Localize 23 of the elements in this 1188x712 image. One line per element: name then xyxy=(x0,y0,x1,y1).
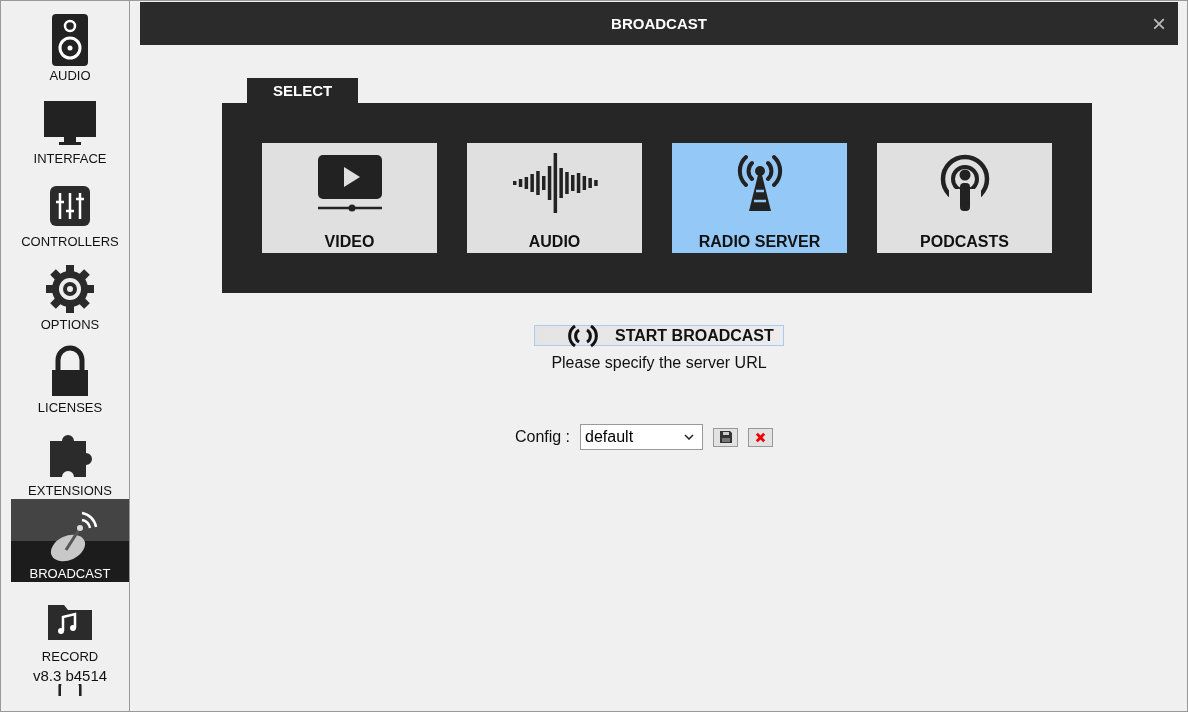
sidebar-item[interactable]: RECORD xyxy=(11,582,129,665)
config-dropdown[interactable]: default xyxy=(580,424,704,450)
window-title: BROADCAST xyxy=(611,15,707,32)
sidebar-item[interactable]: BROADCAST xyxy=(11,499,129,582)
sidebar-item[interactable]: INTERFACE xyxy=(11,84,129,167)
chevron-down-icon xyxy=(684,434,695,440)
sidebar-item[interactable]: AUDIO xyxy=(11,1,129,84)
save-button[interactable] xyxy=(713,427,739,447)
delete-button[interactable] xyxy=(748,427,774,447)
status-message: Please specify the server URL xyxy=(551,354,767,372)
broadcast-type-tile[interactable]: AUDIO xyxy=(467,143,642,253)
broadcast-type-tile[interactable]: RADIO SERVER xyxy=(672,143,847,253)
sidebar-item[interactable]: OPTIONS xyxy=(11,250,129,333)
sidebar-item[interactable]: LICENSES xyxy=(11,333,129,416)
close-button[interactable]: × xyxy=(1152,10,1166,38)
sidebar-item[interactable]: CONTROLLERS xyxy=(11,167,129,250)
delete-icon xyxy=(755,431,767,443)
start-broadcast-button[interactable]: START BROADCAST xyxy=(534,325,784,346)
broadcast-type-tile[interactable]: PODCASTS xyxy=(877,143,1052,253)
broadcast-type-tile[interactable]: VIDEO xyxy=(262,143,437,253)
config-label: Config : xyxy=(514,428,571,446)
sidebar-item[interactable]: EXTENSIONS xyxy=(11,416,129,499)
version-text: v8.3 b4514 xyxy=(32,667,108,684)
